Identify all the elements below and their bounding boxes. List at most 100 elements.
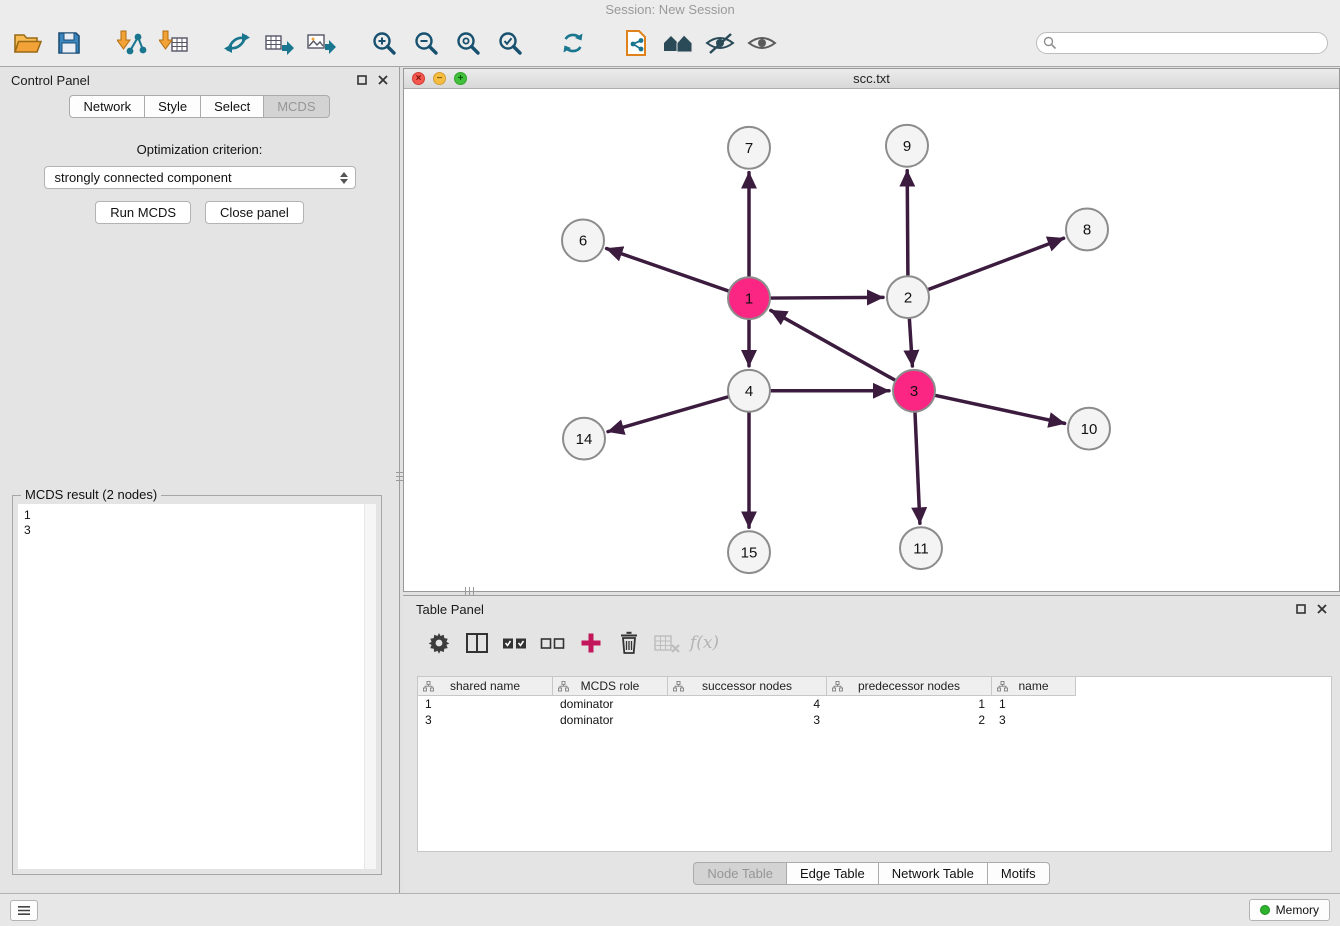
- edge-2-3[interactable]: [909, 319, 912, 366]
- tab-style[interactable]: Style: [145, 95, 201, 118]
- table-cell[interactable]: 3: [992, 712, 1076, 728]
- node-8[interactable]: 8: [1066, 209, 1108, 251]
- column-header-MCDS-role[interactable]: MCDS role: [553, 677, 668, 696]
- tab-select[interactable]: Select: [201, 95, 264, 118]
- mcds-result-title: MCDS result (2 nodes): [21, 487, 161, 502]
- import-database-icon[interactable]: [619, 25, 653, 61]
- minimize-window-icon[interactable]: −: [433, 72, 446, 85]
- save-session-icon[interactable]: [52, 25, 86, 61]
- delete-row-icon[interactable]: [613, 627, 644, 658]
- mcds-result-text[interactable]: 1 3: [18, 504, 376, 869]
- table-cell[interactable]: 3: [668, 712, 827, 728]
- node-1[interactable]: 1: [728, 277, 770, 319]
- node-9[interactable]: 9: [886, 125, 928, 167]
- node-4[interactable]: 4: [728, 370, 770, 412]
- tab-edge-table[interactable]: Edge Table: [787, 862, 879, 885]
- column-view-icon[interactable]: [461, 627, 492, 658]
- column-header-predecessor-nodes[interactable]: predecessor nodes: [827, 677, 992, 696]
- function-builder-icon[interactable]: f(x): [689, 627, 720, 658]
- edge-3-10[interactable]: [936, 395, 1065, 423]
- zoom-out-icon[interactable]: [409, 25, 443, 61]
- memory-button[interactable]: Memory: [1249, 899, 1330, 921]
- edge-1-6[interactable]: [607, 249, 729, 291]
- tab-network[interactable]: Network: [69, 95, 145, 118]
- node-7[interactable]: 7: [728, 127, 770, 169]
- node-table: shared name MCDS role successor nodesprede…: [417, 676, 1332, 852]
- status-menu-button[interactable]: [10, 900, 38, 921]
- column-header-label: shared name: [450, 679, 520, 693]
- column-header-shared-name[interactable]: shared name: [418, 677, 553, 696]
- close-window-icon[interactable]: ×: [412, 72, 425, 85]
- eye-icon[interactable]: [745, 25, 779, 61]
- edge-4-14[interactable]: [608, 397, 728, 432]
- svg-text:15: 15: [741, 544, 758, 561]
- node-2[interactable]: 2: [887, 276, 929, 318]
- close-panel-icon[interactable]: [378, 73, 388, 88]
- home-icon[interactable]: [661, 25, 695, 61]
- criterion-dropdown[interactable]: strongly connected component: [44, 166, 356, 189]
- table-cell[interactable]: 3: [418, 712, 553, 728]
- horizontal-splitter-handle[interactable]: [458, 587, 480, 595]
- add-row-icon[interactable]: [575, 627, 606, 658]
- edge-3-1[interactable]: [771, 310, 895, 380]
- delete-table-icon[interactable]: [651, 627, 682, 658]
- close-table-panel-icon[interactable]: [1317, 602, 1327, 617]
- tab-network-table[interactable]: Network Table: [879, 862, 988, 885]
- node-14[interactable]: 14: [563, 418, 605, 460]
- table-cell[interactable]: 4: [668, 696, 827, 712]
- table-cell[interactable]: dominator: [553, 712, 668, 728]
- column-header-successor-nodes[interactable]: successor nodes: [668, 677, 827, 696]
- svg-text:8: 8: [1083, 222, 1091, 239]
- refresh-icon[interactable]: [556, 25, 590, 61]
- tab-motifs[interactable]: Motifs: [988, 862, 1050, 885]
- node-10[interactable]: 10: [1068, 408, 1110, 450]
- close-panel-button[interactable]: Close panel: [205, 201, 304, 224]
- edge-3-11[interactable]: [915, 413, 920, 524]
- float-table-panel-icon[interactable]: [1296, 602, 1306, 617]
- tab-node-table[interactable]: Node Table: [693, 862, 787, 885]
- table-cell[interactable]: 2: [827, 712, 992, 728]
- network-window-titlebar[interactable]: × − + scc.txt: [404, 69, 1339, 89]
- float-panel-icon[interactable]: [357, 73, 367, 88]
- table-cell[interactable]: 1: [418, 696, 553, 712]
- table-cell[interactable]: 1: [827, 696, 992, 712]
- import-network-icon[interactable]: [115, 25, 149, 61]
- edge-2-9[interactable]: [907, 171, 908, 276]
- network-canvas[interactable]: 7 9 6 8 1 2 4 3 14 10 15 11: [404, 90, 1339, 591]
- deselect-all-icon[interactable]: [537, 627, 568, 658]
- zoom-selected-icon[interactable]: [493, 25, 527, 61]
- node-6[interactable]: 6: [562, 219, 604, 261]
- select-all-icon[interactable]: [499, 627, 530, 658]
- memory-button-label: Memory: [1276, 903, 1319, 917]
- table-row[interactable]: 3dominator323: [418, 712, 1331, 728]
- table-cell[interactable]: dominator: [553, 696, 668, 712]
- table-cell[interactable]: 1: [992, 696, 1076, 712]
- style-eye-icon[interactable]: [703, 25, 737, 61]
- new-network-icon[interactable]: [220, 25, 254, 61]
- zoom-window-icon[interactable]: +: [454, 72, 467, 85]
- edge-2-8[interactable]: [929, 238, 1064, 289]
- search-input[interactable]: [1036, 32, 1328, 54]
- column-header-label: MCDS role: [581, 679, 640, 693]
- edge-1-2[interactable]: [771, 297, 883, 298]
- table-panel: Table Panel: [403, 595, 1340, 893]
- tab-mcds[interactable]: MCDS: [264, 95, 329, 118]
- node-3[interactable]: 3: [893, 370, 935, 412]
- zoom-in-icon[interactable]: [367, 25, 401, 61]
- node-15[interactable]: 15: [728, 531, 770, 573]
- svg-text:7: 7: [745, 140, 753, 157]
- open-file-icon[interactable]: [10, 25, 44, 61]
- export-table-icon[interactable]: [262, 25, 296, 61]
- settings-gear-icon[interactable]: [423, 627, 454, 658]
- node-11[interactable]: 11: [900, 527, 942, 569]
- network-window-title: scc.txt: [853, 71, 890, 86]
- run-mcds-button[interactable]: Run MCDS: [95, 201, 191, 224]
- zoom-fit-icon[interactable]: [451, 25, 485, 61]
- export-image-icon[interactable]: [304, 25, 338, 61]
- vertical-splitter-handle[interactable]: [396, 465, 404, 487]
- column-header-name[interactable]: name: [992, 677, 1076, 696]
- table-row[interactable]: 1dominator411: [418, 696, 1331, 712]
- import-table-icon[interactable]: [157, 25, 191, 61]
- result-scrollbar[interactable]: [364, 504, 376, 869]
- window-title: Session: New Session: [0, 0, 1340, 20]
